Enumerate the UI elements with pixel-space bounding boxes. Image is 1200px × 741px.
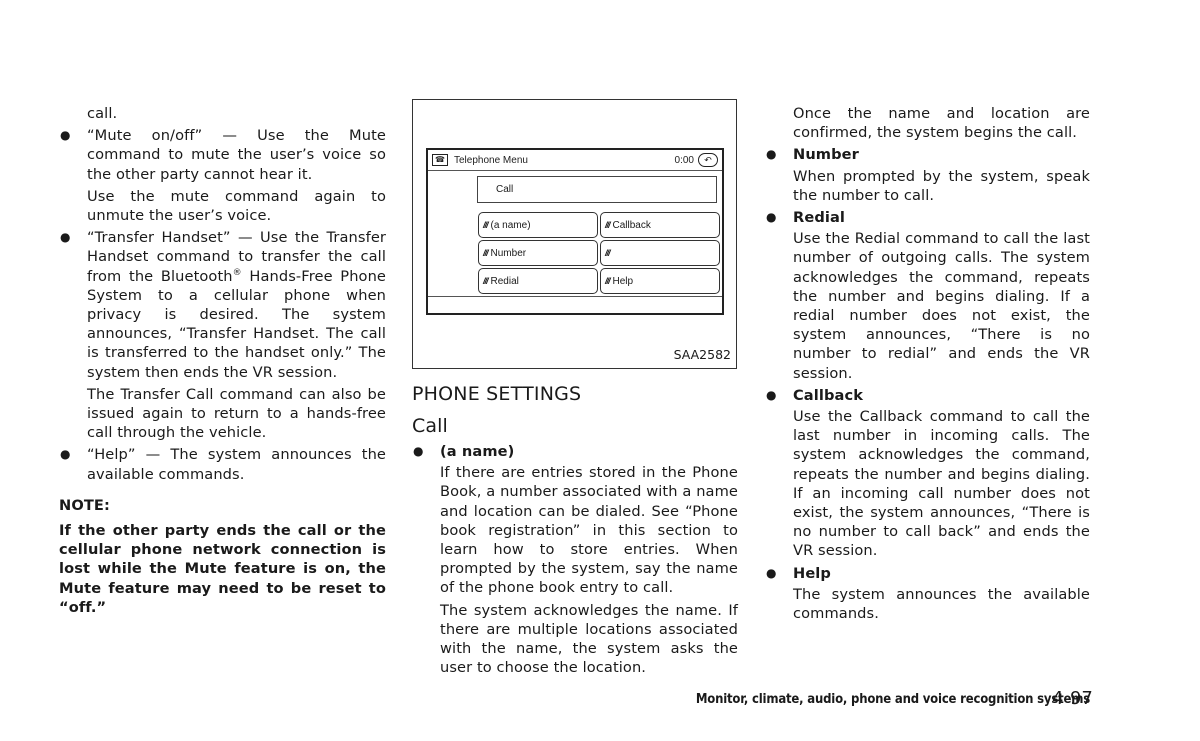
command-empty-button[interactable]: /// [600,240,720,266]
bullet-body: Use the Redial command to call the last … [793,230,1090,382]
bullet-transfer-handset: ● “Transfer Handset” — Use the Transfer … [59,228,386,442]
help-description: “Help” — The system announces the availa… [87,446,386,483]
continuation-text: Once the name and location are confirmed… [793,105,1090,142]
bullet-mute: ● “Mute on/off” — Use the Mute command t… [59,126,386,225]
middle-column: PHONE SETTINGS Call ● (a name) If there … [412,380,738,680]
bullet-icon: ● [766,565,777,580]
bullet-body: When prompted by the system, speak the n… [793,167,1090,204]
command-label: Callback [612,219,651,231]
mute-description: “Mute on/off” — Use the Mute command to … [87,127,386,183]
command-callback-button[interactable]: ///Callback [600,212,720,238]
voice-command-icon: /// [483,276,488,286]
right-column: Once the name and location are confirmed… [765,104,1090,626]
transfer-call-description: The Transfer Call command can also be is… [87,385,386,442]
unmute-description: Use the mute command again to unmute the… [87,187,386,225]
command-number-button[interactable]: ///Number [478,240,598,266]
screen-footer-divider [428,296,722,297]
bullet-icon: ● [766,387,777,402]
bullet-heading: Help [793,564,831,582]
command-redial-button[interactable]: ///Redial [478,268,598,294]
a-name-description: If there are entries stored in the Phone… [440,464,738,597]
transfer-handset-description: “Transfer Handset” — Use the Transfer Ha… [87,228,386,382]
command-label: Help [612,275,634,287]
bullet-icon: ● [60,230,71,245]
section-heading: PHONE SETTINGS [412,383,582,405]
command-a-name-button[interactable]: ///(a name) [478,212,598,238]
bullet-body: The system announces the available comma… [793,585,1090,623]
telephone-menu-figure: ☎ Telephone Menu 0:00 ↶ Call ///(a name)… [412,99,737,369]
bullet-icon: ● [60,447,71,462]
bullet-a-name: ● (a name) If there are entries stored i… [412,442,738,677]
bullet-icon: ● [766,210,777,225]
bullet-help: ● Help The system announces the availabl… [765,564,1090,624]
bullet-number: ● Number When prompted by the system, sp… [765,145,1090,205]
bullet-icon: ● [413,444,424,458]
telephone-menu-screen: ☎ Telephone Menu 0:00 ↶ Call ///(a name)… [426,148,724,315]
sub-heading: Call [412,415,448,437]
registered-mark: ® [232,267,242,278]
note-body: If the other party ends the call or the … [59,522,386,616]
command-label: Redial [490,275,519,287]
call-timer: 0:00 [674,154,694,166]
voice-command-icon: /// [483,220,488,230]
phone-icon: ☎ [432,154,448,166]
chapter-title: Monitor, climate, audio, phone and voice… [695,692,1090,707]
page-number: 4-97 [1052,688,1093,709]
bullet-body: Use the Callback command to call the las… [793,408,1090,560]
voice-command-icon: /// [605,248,610,258]
bullet-help: ● “Help” — The system announces the avai… [59,445,386,483]
screen-title: Telephone Menu [454,154,528,166]
bullet-icon: ● [766,147,777,162]
a-name-acknowledge: The system acknowledges the name. If the… [440,601,738,677]
continuation-text: call. [87,105,118,122]
voice-command-grid: ///(a name) ///Callback ///Number /// //… [478,212,720,294]
bullet-callback: ● Callback Use the Callback command to c… [765,386,1090,561]
left-column: call. ● “Mute on/off” — Use the Mute com… [59,104,386,617]
call-field[interactable]: Call [477,176,717,203]
command-label: Number [490,247,527,259]
voice-command-icon: /// [483,248,488,258]
bullet-heading: Callback [793,386,864,404]
bullet-redial: ● Redial Use the Redial command to call … [765,208,1090,383]
screen-header: ☎ Telephone Menu 0:00 ↶ [428,150,722,171]
bullet-heading: (a name) [440,443,515,460]
voice-command-icon: /// [605,220,610,230]
command-help-button[interactable]: ///Help [600,268,720,294]
bullet-heading: Number [793,146,859,164]
back-icon[interactable]: ↶ [698,153,718,167]
bullet-heading: Redial [793,209,846,227]
note-label: NOTE: [59,496,110,514]
command-label: (a name) [490,219,531,231]
bullet-icon: ● [60,128,71,143]
voice-command-icon: /// [605,276,610,286]
figure-id: SAA2582 [673,347,731,362]
